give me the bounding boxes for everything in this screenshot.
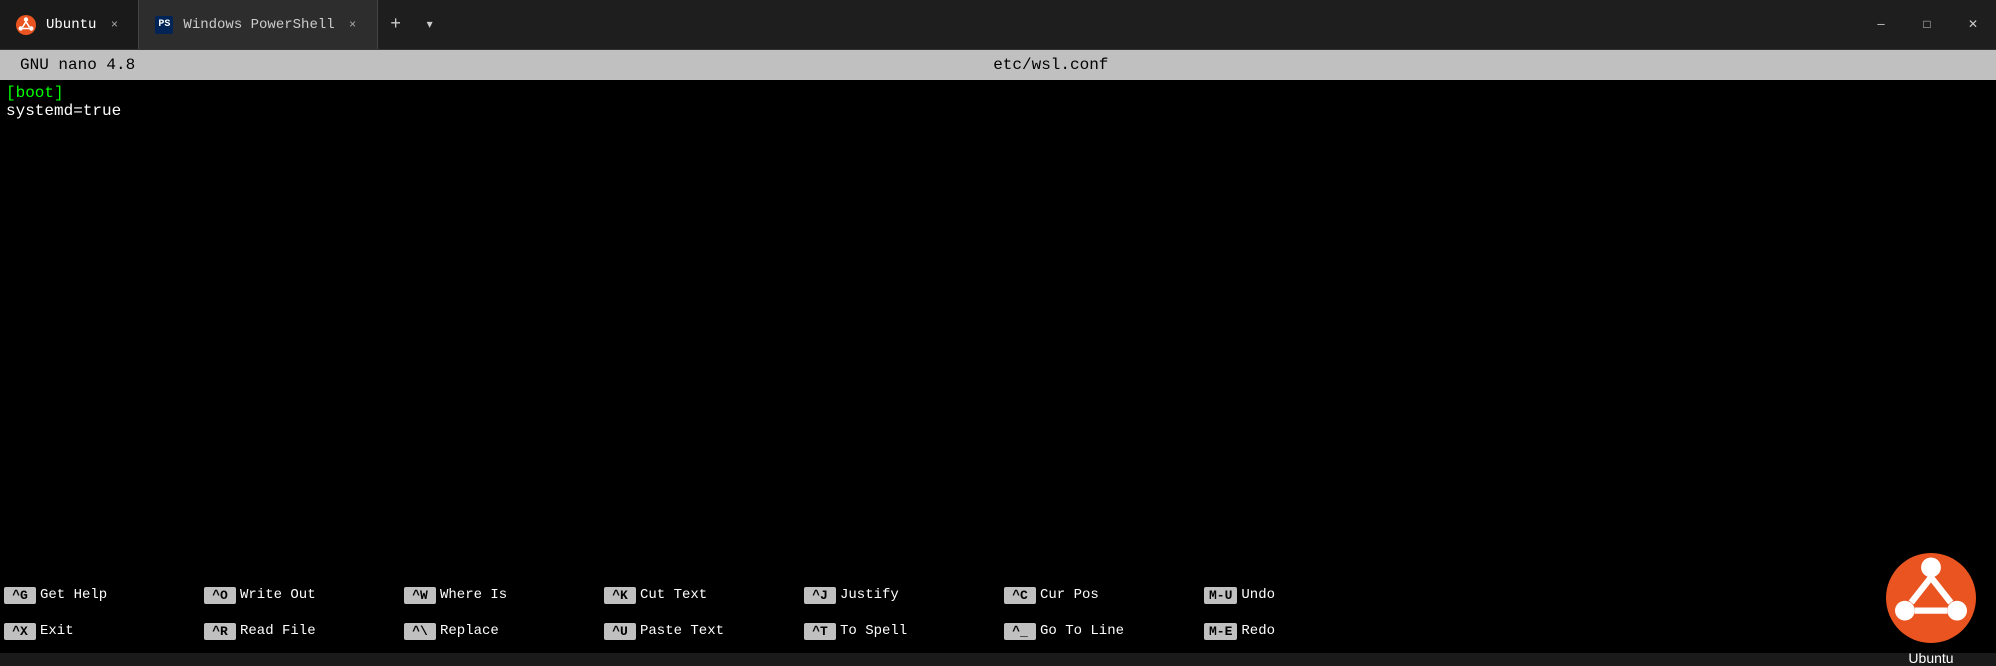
label-get-help: Get Help bbox=[40, 587, 107, 603]
key-paste-text: ^U bbox=[604, 623, 636, 640]
label-write-out: Write Out bbox=[240, 587, 316, 603]
shortcut-go-to-line[interactable]: ^_ Go To Line bbox=[1004, 623, 1204, 640]
key-go-to-line: ^_ bbox=[1004, 623, 1036, 640]
label-replace: Replace bbox=[440, 623, 499, 639]
editor-line-2: systemd=true bbox=[6, 102, 1990, 120]
nano-header-right bbox=[1966, 56, 1976, 74]
key-to-spell: ^T bbox=[804, 623, 836, 640]
key-cur-pos: ^C bbox=[1004, 587, 1036, 604]
shortcut-cut-text[interactable]: ^K Cut Text bbox=[604, 587, 804, 604]
key-redo: M-E bbox=[1204, 623, 1237, 640]
tab-ubuntu[interactable]: Ubuntu × bbox=[0, 0, 139, 49]
nano-version: GNU nano 4.8 bbox=[20, 56, 135, 74]
ubuntu-logo: Ubuntu bbox=[1886, 553, 1976, 643]
label-read-file: Read File bbox=[240, 623, 316, 639]
shortcut-undo[interactable]: M-U Undo bbox=[1204, 587, 1404, 604]
label-go-to-line: Go To Line bbox=[1040, 623, 1124, 639]
label-cur-pos: Cur Pos bbox=[1040, 587, 1099, 603]
nano-header: GNU nano 4.8 etc/wsl.conf bbox=[0, 50, 1996, 80]
label-to-spell: To Spell bbox=[840, 623, 907, 639]
label-where-is: Where Is bbox=[440, 587, 507, 603]
ubuntu-brand-label: Ubuntu bbox=[1886, 650, 1976, 666]
tab-ubuntu-label: Ubuntu bbox=[46, 17, 96, 33]
shortcut-row-2: ^X Exit ^R Read File ^\ Replace ^U Paste… bbox=[0, 613, 1996, 649]
tab-powershell-label: Windows PowerShell bbox=[183, 17, 334, 33]
titlebar: Ubuntu × PS Windows PowerShell × + ▾ ─ □… bbox=[0, 0, 1996, 50]
shortcut-get-help[interactable]: ^G Get Help bbox=[4, 587, 204, 604]
editor-line-1: [boot] bbox=[6, 84, 1990, 102]
label-undo: Undo bbox=[1241, 587, 1275, 603]
shortcut-replace[interactable]: ^\ Replace bbox=[404, 623, 604, 640]
shortcut-cur-pos[interactable]: ^C Cur Pos bbox=[1004, 587, 1204, 604]
editor-area[interactable]: [boot] systemd=true bbox=[0, 80, 1996, 573]
key-replace: ^\ bbox=[404, 623, 436, 640]
key-undo: M-U bbox=[1204, 587, 1237, 604]
shortcut-where-is[interactable]: ^W Where Is bbox=[404, 587, 604, 604]
key-exit: ^X bbox=[4, 623, 36, 640]
tab-dropdown-button[interactable]: ▾ bbox=[414, 7, 446, 43]
shortcut-read-file[interactable]: ^R Read File bbox=[204, 623, 404, 640]
tab-ubuntu-close[interactable]: × bbox=[106, 17, 122, 33]
shortcut-to-spell[interactable]: ^T To Spell bbox=[804, 623, 1004, 640]
key-justify: ^J bbox=[804, 587, 836, 604]
shortcut-write-out[interactable]: ^O Write Out bbox=[204, 587, 404, 604]
minimize-button[interactable]: ─ bbox=[1858, 0, 1904, 49]
key-where-is: ^W bbox=[404, 587, 436, 604]
powershell-tab-icon: PS bbox=[155, 16, 173, 34]
add-tab-button[interactable]: + bbox=[378, 7, 414, 43]
ubuntu-tab-icon bbox=[16, 15, 36, 35]
tab-powershell[interactable]: PS Windows PowerShell × bbox=[139, 0, 377, 49]
shortcut-redo[interactable]: M-E Redo bbox=[1204, 623, 1404, 640]
label-cut-text: Cut Text bbox=[640, 587, 707, 603]
shortcut-justify[interactable]: ^J Justify bbox=[804, 587, 1004, 604]
key-read-file: ^R bbox=[204, 623, 236, 640]
window-controls: ─ □ ✕ bbox=[1858, 0, 1996, 49]
nano-filename: etc/wsl.conf bbox=[993, 56, 1108, 74]
maximize-button[interactable]: □ bbox=[1904, 0, 1950, 49]
shortcut-row-1: ^G Get Help ^O Write Out ^W Where Is ^K … bbox=[0, 577, 1996, 613]
label-redo: Redo bbox=[1241, 623, 1275, 639]
close-button[interactable]: ✕ bbox=[1950, 0, 1996, 49]
label-paste-text: Paste Text bbox=[640, 623, 724, 639]
shortcut-exit[interactable]: ^X Exit bbox=[4, 623, 204, 640]
label-exit: Exit bbox=[40, 623, 74, 639]
key-cut-text: ^K bbox=[604, 587, 636, 604]
tab-powershell-close[interactable]: × bbox=[345, 17, 361, 33]
shortcut-paste-text[interactable]: ^U Paste Text bbox=[604, 623, 804, 640]
key-write-out: ^O bbox=[204, 587, 236, 604]
key-get-help: ^G bbox=[4, 587, 36, 604]
label-justify: Justify bbox=[840, 587, 899, 603]
bottom-bar: ^G Get Help ^O Write Out ^W Where Is ^K … bbox=[0, 573, 1996, 653]
